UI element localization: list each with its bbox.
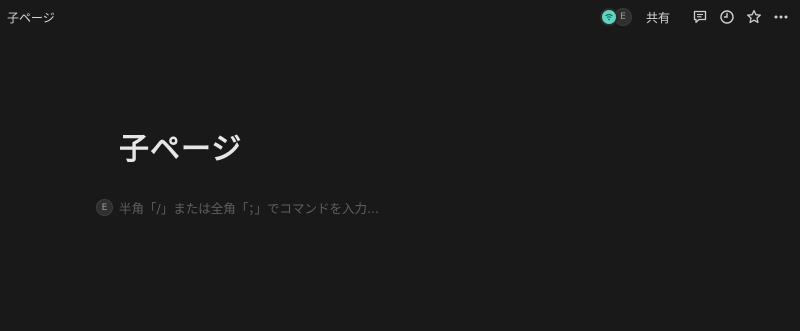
star-icon[interactable] xyxy=(745,8,763,26)
clock-icon[interactable] xyxy=(718,8,736,26)
top-bar: 子ページ E 共有 xyxy=(0,0,800,33)
block-placeholder[interactable]: 半角「/」または全角「；」でコマンドを入力... xyxy=(119,198,379,217)
more-icon[interactable] xyxy=(772,8,790,26)
comments-icon[interactable] xyxy=(691,8,709,26)
page-title[interactable]: 子ページ xyxy=(119,124,242,168)
avatar-teal[interactable] xyxy=(599,8,618,26)
top-bar-actions: E 共有 xyxy=(599,5,790,29)
collaborator-avatars[interactable]: E xyxy=(599,6,636,28)
empty-block-line[interactable]: E 半角「/」または全角「；」でコマンドを入力... xyxy=(96,198,379,217)
breadcrumb-page[interactable]: 子ページ xyxy=(4,8,58,27)
cursor-avatar: E xyxy=(96,199,113,216)
share-button[interactable]: 共有 xyxy=(646,9,670,26)
wifi-icon xyxy=(605,13,613,21)
